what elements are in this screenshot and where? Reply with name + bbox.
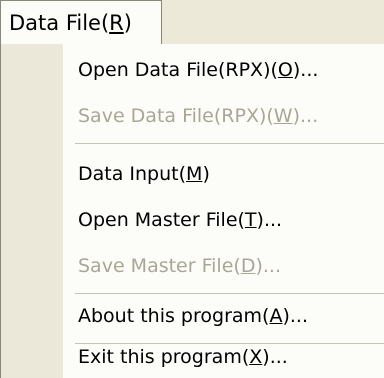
menu-separator [75, 293, 384, 294]
menu-separator [75, 143, 384, 144]
open-master-file-item[interactable]: Open Master File(T)... [63, 200, 384, 240]
menu-title-mnemonic: R [109, 11, 124, 35]
open-data-file-item[interactable]: Open Data File(RPX)(O)... [63, 50, 384, 90]
data-file-dropdown: Open Data File(RPX)(O)... Save Data File… [0, 44, 384, 378]
save-master-file-item: Save Master File(D)... [78, 255, 281, 277]
data-input-item[interactable]: Data Input(M) [63, 154, 384, 194]
about-program-item[interactable]: About this program(A)... [63, 296, 384, 336]
menu-title-label: Data File( [9, 11, 110, 35]
save-data-file-item: Save Data File(RPX)(W)... [78, 105, 319, 127]
menu-icon-gutter [1, 44, 63, 378]
menu-bar: Data File(R) [0, 0, 384, 45]
menu-title-label-end: ) [123, 11, 132, 35]
exit-program-item[interactable]: Exit this program(X)... [63, 337, 384, 377]
data-file-menu[interactable]: Data File(R) [0, 0, 162, 44]
